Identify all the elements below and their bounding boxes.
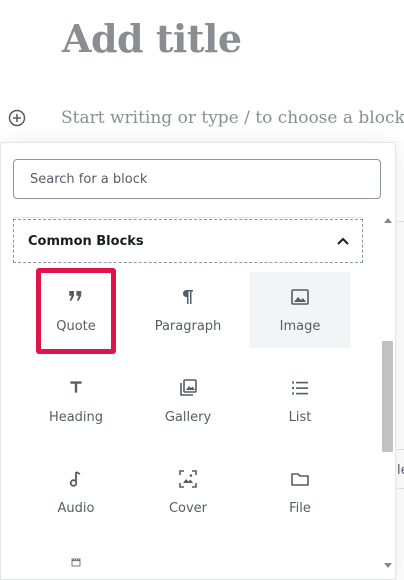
background-divider bbox=[397, 488, 404, 489]
block-label: Cover bbox=[168, 500, 208, 516]
block-label: Audio bbox=[57, 500, 95, 516]
block-label: File bbox=[289, 500, 311, 516]
block-item-paragraph[interactable]: Paragraph bbox=[137, 272, 239, 348]
block-label: Paragraph bbox=[154, 318, 222, 334]
block-item-image[interactable]: Image bbox=[249, 272, 351, 348]
gallery-icon bbox=[180, 378, 197, 396]
common-blocks-panel-toggle[interactable]: Common Blocks bbox=[13, 219, 363, 263]
block-label: Heading bbox=[48, 409, 104, 425]
block-label: List bbox=[288, 409, 312, 425]
paragraph-icon bbox=[182, 289, 193, 304]
add-block-icon[interactable] bbox=[8, 109, 26, 127]
cover-icon bbox=[179, 469, 197, 488]
chevron-up-icon bbox=[337, 237, 349, 245]
background-text-fragment: le bbox=[397, 463, 404, 478]
audio-icon bbox=[69, 470, 81, 487]
block-label: Gallery bbox=[164, 409, 212, 425]
panel-scrollbar[interactable] bbox=[381, 218, 395, 576]
block-inserter-popover: Common Blocks Quote Paragraph Image Head… bbox=[0, 142, 396, 580]
block-item-video[interactable] bbox=[25, 545, 127, 579]
scrollbar-thumb[interactable] bbox=[382, 341, 393, 452]
folder-icon bbox=[291, 472, 309, 486]
annotation-highlight-box bbox=[36, 268, 116, 354]
body-placeholder[interactable]: Start writing or type / to choose a bloc… bbox=[61, 108, 404, 128]
block-item-cover[interactable]: Cover bbox=[137, 454, 239, 530]
post-title[interactable]: Add title bbox=[62, 16, 242, 61]
block-item-list[interactable]: List bbox=[249, 363, 351, 439]
block-item-file[interactable]: File bbox=[249, 454, 351, 530]
block-item-audio[interactable]: Audio bbox=[25, 454, 127, 530]
scroll-down-arrow-icon[interactable] bbox=[384, 563, 392, 568]
block-label: Image bbox=[279, 318, 321, 334]
scroll-up-arrow-icon[interactable] bbox=[384, 218, 392, 223]
block-search-input[interactable] bbox=[13, 159, 381, 199]
background-divider bbox=[397, 449, 404, 450]
background-divider bbox=[397, 221, 404, 222]
block-item-heading[interactable]: Heading bbox=[25, 363, 127, 439]
video-icon bbox=[71, 558, 81, 567]
list-icon bbox=[292, 381, 308, 394]
heading-icon bbox=[70, 380, 82, 393]
panel-title: Common Blocks bbox=[28, 233, 144, 249]
block-item-gallery[interactable]: Gallery bbox=[137, 363, 239, 439]
image-icon bbox=[291, 288, 309, 305]
panel-divider bbox=[13, 217, 363, 218]
